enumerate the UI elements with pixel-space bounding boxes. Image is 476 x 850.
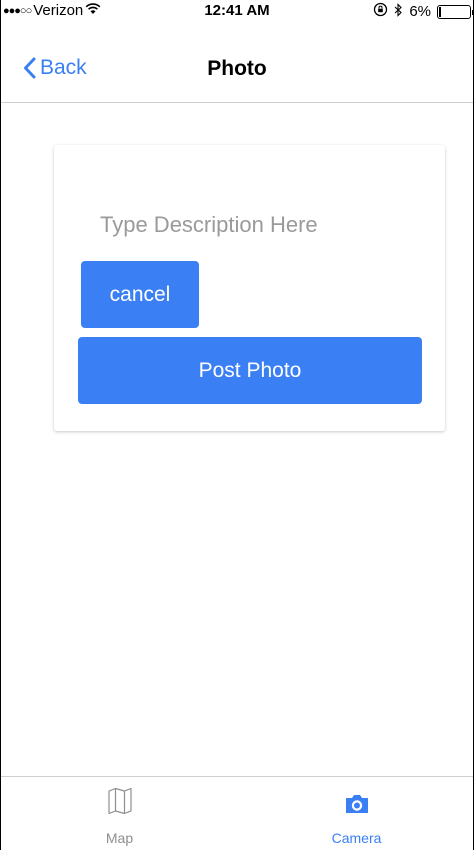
status-bar: ●●●○○ Verizon 12:41 AM 6% — [1, 0, 474, 22]
battery-icon — [437, 4, 474, 19]
battery-level — [439, 6, 441, 17]
battery-percent: 6% — [409, 3, 431, 20]
post-photo-button[interactable]: Post Photo — [78, 337, 422, 404]
status-right: 6% — [373, 2, 474, 21]
tab-bar: Map Camera — [1, 776, 473, 850]
tab-camera-label: Camera — [331, 830, 382, 846]
tab-map-label: Map — [105, 830, 134, 846]
page-title: Photo — [207, 57, 267, 80]
tab-camera[interactable]: Camera — [238, 777, 475, 850]
description-input[interactable] — [100, 205, 420, 245]
cancel-button[interactable]: cancel — [81, 261, 199, 328]
orientation-lock-icon — [373, 2, 388, 21]
camera-icon — [238, 787, 475, 815]
navigation-bar: Back Photo — [1, 22, 473, 103]
photo-form-card: cancel Post Photo — [54, 145, 445, 431]
map-icon — [1, 787, 238, 815]
bluetooth-icon — [394, 2, 403, 21]
phone-screen: ●●●○○ Verizon 12:41 AM 6% Back Photo Typ… — [0, 0, 474, 850]
tab-map[interactable]: Map — [1, 777, 238, 850]
